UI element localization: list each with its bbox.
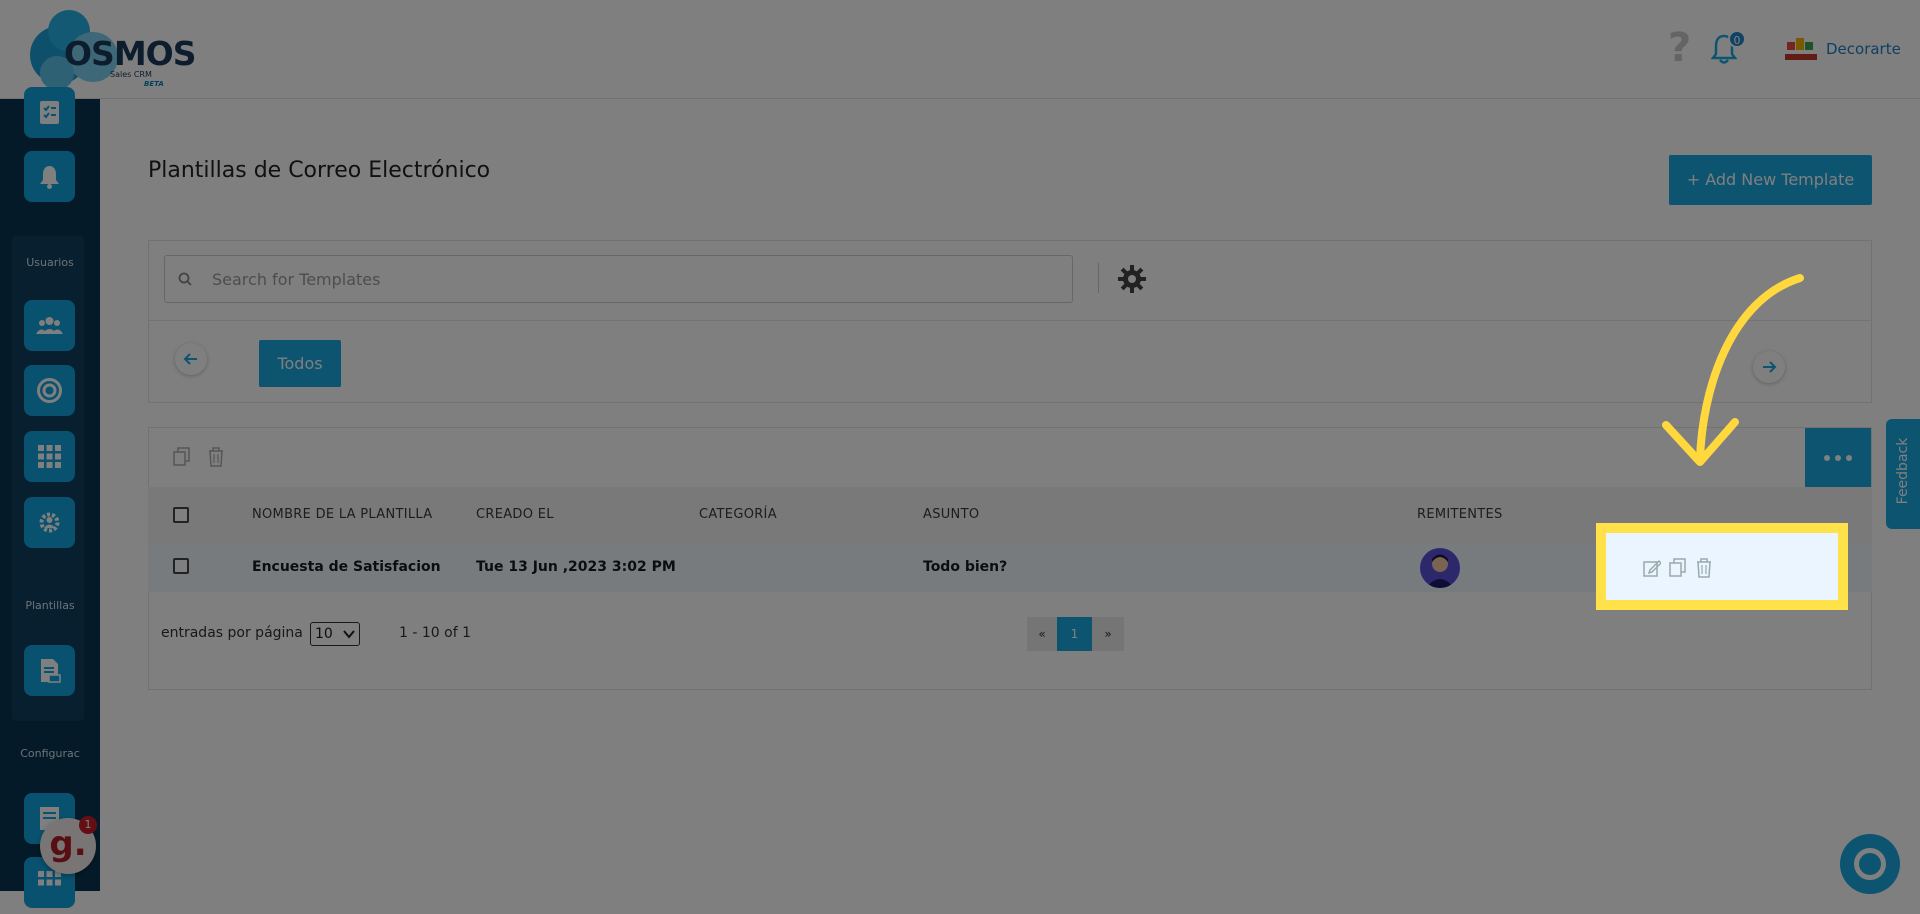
search-input[interactable] xyxy=(212,256,1062,302)
chat-ring-icon xyxy=(1854,848,1886,880)
sidebar-item-teams[interactable] xyxy=(24,497,75,548)
add-new-template-button[interactable]: + Add New Template xyxy=(1669,155,1872,205)
pagination-prev-button[interactable]: « xyxy=(1027,617,1057,651)
sender-avatar xyxy=(1420,548,1460,588)
users-icon xyxy=(36,317,63,334)
sidebar-section-label-configuracion: Configurac xyxy=(20,747,80,760)
feedback-tab[interactable]: Feedback xyxy=(1886,419,1920,529)
callout-arrow-icon xyxy=(1662,274,1804,466)
gear-icon[interactable] xyxy=(1117,264,1147,294)
arrow-left-icon xyxy=(183,353,197,365)
company-logo xyxy=(1785,38,1817,60)
sidebar: Usuarios Plantillas Configurac xyxy=(0,87,100,908)
column-header-created[interactable]: CREADO EL xyxy=(476,507,554,522)
logo-wordmark: OSMOS xyxy=(64,34,196,73)
person-icon xyxy=(1426,554,1454,588)
tabs-scroll-left-button[interactable] xyxy=(175,343,207,375)
column-header-name[interactable]: NOMBRE DE LA PLANTILLA xyxy=(252,507,432,522)
sidebar-section-label-plantillas: Plantillas xyxy=(25,599,75,612)
more-dot-icon xyxy=(1835,455,1841,461)
trash-icon[interactable] xyxy=(207,447,225,467)
company-name[interactable]: Decorarte xyxy=(1826,40,1901,58)
more-dot-icon xyxy=(1846,455,1852,461)
checklist-icon xyxy=(40,101,59,124)
template-subject: Todo bien? xyxy=(923,559,1008,575)
toolbar-divider xyxy=(1098,263,1099,293)
column-header-senders: REMITENTES xyxy=(1417,507,1503,522)
target-icon xyxy=(37,378,62,403)
sidebar-item-apps[interactable] xyxy=(24,431,75,482)
select-all-checkbox[interactable] xyxy=(173,507,189,523)
sidebar-section-label-usuarios: Usuarios xyxy=(26,256,74,269)
feedback-label: Feedback xyxy=(1895,437,1911,505)
search-icon xyxy=(178,272,192,286)
sidebar-item-alerts[interactable] xyxy=(24,151,75,202)
pagination-page-1[interactable]: 1 xyxy=(1057,617,1092,651)
sidebar-item-email-templates[interactable] xyxy=(24,645,75,696)
top-header: OSMOS Sales CRM BETA ? 0 Decorarte xyxy=(0,0,1920,99)
document-mail-icon xyxy=(41,659,61,683)
column-header-category[interactable]: CATEGORÍA xyxy=(699,507,777,522)
tab-todos[interactable]: Todos xyxy=(259,340,341,387)
chat-widget-button[interactable] xyxy=(1840,834,1900,894)
osmos-logo[interactable]: OSMOS Sales CRM BETA xyxy=(24,8,196,92)
page-title: Plantillas de Correo Electrónico xyxy=(148,158,491,183)
grid-icon xyxy=(38,871,61,886)
trash-icon[interactable] xyxy=(1695,558,1713,578)
chevron-down-icon xyxy=(343,630,355,639)
logo-subtitle: Sales CRM xyxy=(110,70,152,79)
grid-icon xyxy=(38,445,61,468)
template-created-date: Tue 13 Jun ,2023 3:02 PM xyxy=(476,559,676,575)
sidebar-item-targets[interactable] xyxy=(24,365,75,416)
per-page-select[interactable]: 10 xyxy=(310,622,360,646)
panel-divider xyxy=(148,320,1872,321)
more-dot-icon xyxy=(1824,455,1830,461)
column-header-subject[interactable]: ASUNTO xyxy=(923,507,979,522)
template-name[interactable]: Encuesta de Satisfacion xyxy=(252,559,441,575)
help-icon[interactable]: ? xyxy=(1668,26,1691,70)
team-settings-icon xyxy=(39,512,60,533)
per-page-value: 10 xyxy=(315,626,333,642)
sidebar-item-users[interactable] xyxy=(24,300,75,351)
logo-beta: BETA xyxy=(144,80,164,88)
notification-badge: 0 xyxy=(1728,30,1746,48)
sidebar-item-tasks[interactable] xyxy=(24,87,75,138)
edit-icon[interactable] xyxy=(1643,558,1661,578)
pagination-range: 1 - 10 of 1 xyxy=(399,625,471,641)
per-page-label: entradas por página xyxy=(161,625,303,641)
copy-icon[interactable] xyxy=(1669,558,1687,578)
guide-widget-badge: 1 xyxy=(79,816,97,834)
pagination-next-button[interactable]: » xyxy=(1092,617,1124,651)
row-actions-highlight xyxy=(1606,533,1838,600)
row-checkbox[interactable] xyxy=(173,558,189,574)
bell-alert-icon xyxy=(40,166,59,189)
copy-icon[interactable] xyxy=(173,447,191,467)
